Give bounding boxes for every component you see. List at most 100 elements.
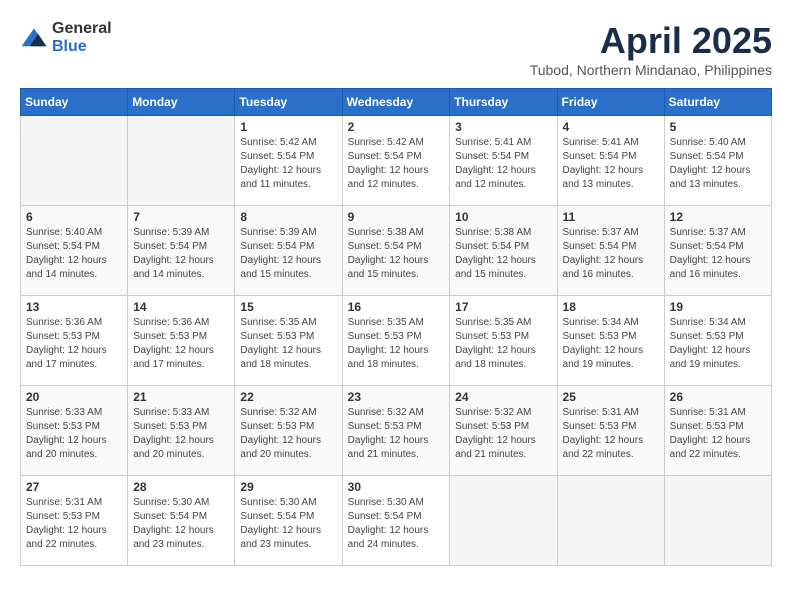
logo: General Blue (20, 20, 112, 56)
day-number: 7 (133, 210, 229, 224)
calendar-cell: 25Sunrise: 5:31 AM Sunset: 5:53 PM Dayli… (557, 386, 664, 476)
calendar-cell: 4 Sunrise: 5:41 AM Sunset: 5:54 PM Daylig… (557, 116, 664, 206)
day-number: 28 (133, 480, 229, 494)
calendar-cell: 14 Sunrise: 5:36 AM Sunset: 5:53 PM Dayli… (128, 296, 235, 386)
calendar-cell: 23 Sunrise: 5:32 AM Sunset: 5:53 PM Dayli… (342, 386, 450, 476)
calendar-cell: 20 Sunrise: 5:33 AM Sunset: 5:53 PM Dayli… (21, 386, 128, 476)
calendar-header-saturday: Saturday (664, 89, 771, 116)
day-number: 4 (563, 120, 659, 134)
day-number: 20 (26, 390, 122, 404)
calendar-cell: 21 Sunrise: 5:33 AM Sunset: 5:53 PM Dayli… (128, 386, 235, 476)
calendar-cell (450, 476, 557, 566)
calendar-week-1: 1Sunrise: 5:42 AM Sunset: 5:54 PM Daylig… (21, 116, 772, 206)
day-info: Sunrise: 5:36 AM Sunset: 5:53 PM Dayligh… (133, 316, 229, 372)
calendar-header-friday: Friday (557, 89, 664, 116)
calendar-cell: 28 Sunrise: 5:30 AM Sunset: 5:54 PM Dayli… (128, 476, 235, 566)
calendar-cell: 29 Sunrise: 5:30 AM Sunset: 5:54 PM Dayli… (235, 476, 342, 566)
day-info: Sunrise: 5:42 AM Sunset: 5:54 PM Dayligh… (348, 136, 445, 192)
day-number: 22 (240, 390, 336, 404)
calendar-cell: 30 Sunrise: 5:30 AM Sunset: 5:54 PM Dayli… (342, 476, 450, 566)
day-info: Sunrise: 5:40 AM Sunset: 5:54 PM Dayligh… (26, 226, 122, 282)
calendar-header-wednesday: Wednesday (342, 89, 450, 116)
day-number: 3 (455, 120, 551, 134)
day-info: Sunrise: 5:30 AM Sunset: 5:54 PM Dayligh… (348, 496, 445, 552)
calendar-cell (21, 116, 128, 206)
day-number: 5 (670, 120, 766, 134)
calendar-cell: 6 Sunrise: 5:40 AM Sunset: 5:54 PM Daylig… (21, 206, 128, 296)
day-number: 11 (563, 210, 659, 224)
calendar-cell (128, 116, 235, 206)
calendar-cell: 12 Sunrise: 5:37 AM Sunset: 5:54 PM Dayli… (664, 206, 771, 296)
day-info: Sunrise: 5:32 AM Sunset: 5:53 PM Dayligh… (348, 406, 445, 462)
calendar-header-monday: Monday (128, 89, 235, 116)
calendar-cell (557, 476, 664, 566)
day-number: 17 (455, 300, 551, 314)
day-number: 21 (133, 390, 229, 404)
day-number: 24 (455, 390, 551, 404)
calendar-cell: 11 Sunrise: 5:37 AM Sunset: 5:54 PM Dayli… (557, 206, 664, 296)
day-info: Sunrise: 5:35 AM Sunset: 5:53 PM Dayligh… (455, 316, 551, 372)
calendar-header-thursday: Thursday (450, 89, 557, 116)
day-info: Sunrise: 5:35 AM Sunset: 5:53 PM Dayligh… (240, 316, 336, 372)
day-info: Sunrise: 5:33 AM Sunset: 5:53 PM Dayligh… (26, 406, 122, 462)
calendar-cell: 1Sunrise: 5:42 AM Sunset: 5:54 PM Daylig… (235, 116, 342, 206)
day-info: Sunrise: 5:38 AM Sunset: 5:54 PM Dayligh… (455, 226, 551, 282)
calendar-week-2: 6 Sunrise: 5:40 AM Sunset: 5:54 PM Daylig… (21, 206, 772, 296)
day-info: Sunrise: 5:33 AM Sunset: 5:53 PM Dayligh… (133, 406, 229, 462)
day-number: 14 (133, 300, 229, 314)
calendar-header-sunday: Sunday (21, 89, 128, 116)
day-info: Sunrise: 5:38 AM Sunset: 5:54 PM Dayligh… (348, 226, 445, 282)
calendar-cell: 9 Sunrise: 5:38 AM Sunset: 5:54 PM Daylig… (342, 206, 450, 296)
day-info: Sunrise: 5:42 AM Sunset: 5:54 PM Dayligh… (240, 136, 336, 192)
month-title: April 2025 (530, 20, 772, 62)
day-number: 12 (670, 210, 766, 224)
logo-icon (20, 27, 48, 49)
day-info: Sunrise: 5:37 AM Sunset: 5:54 PM Dayligh… (670, 226, 766, 282)
header: General Blue April 2025 Tubod, Northern … (20, 20, 772, 78)
calendar-body: 1Sunrise: 5:42 AM Sunset: 5:54 PM Daylig… (21, 116, 772, 566)
day-info: Sunrise: 5:34 AM Sunset: 5:53 PM Dayligh… (670, 316, 766, 372)
day-info: Sunrise: 5:36 AM Sunset: 5:53 PM Dayligh… (26, 316, 122, 372)
day-info: Sunrise: 5:39 AM Sunset: 5:54 PM Dayligh… (240, 226, 336, 282)
day-number: 30 (348, 480, 445, 494)
day-number: 29 (240, 480, 336, 494)
day-info: Sunrise: 5:34 AM Sunset: 5:53 PM Dayligh… (563, 316, 659, 372)
day-info: Sunrise: 5:32 AM Sunset: 5:53 PM Dayligh… (455, 406, 551, 462)
day-info: Sunrise: 5:37 AM Sunset: 5:54 PM Dayligh… (563, 226, 659, 282)
day-number: 9 (348, 210, 445, 224)
day-info: Sunrise: 5:30 AM Sunset: 5:54 PM Dayligh… (133, 496, 229, 552)
calendar-cell: 10 Sunrise: 5:38 AM Sunset: 5:54 PM Dayli… (450, 206, 557, 296)
day-number: 13 (26, 300, 122, 314)
day-number: 23 (348, 390, 445, 404)
calendar-cell: 18 Sunrise: 5:34 AM Sunset: 5:53 PM Dayli… (557, 296, 664, 386)
calendar-week-3: 13 Sunrise: 5:36 AM Sunset: 5:53 PM Dayli… (21, 296, 772, 386)
day-number: 16 (348, 300, 445, 314)
calendar-cell: 15 Sunrise: 5:35 AM Sunset: 5:53 PM Dayli… (235, 296, 342, 386)
day-info: Sunrise: 5:31 AM Sunset: 5:53 PM Dayligh… (26, 496, 122, 552)
logo-text: General Blue (52, 20, 112, 56)
calendar-cell: 26Sunrise: 5:31 AM Sunset: 5:53 PM Dayli… (664, 386, 771, 476)
logo-blue: Blue (52, 38, 87, 55)
day-number: 6 (26, 210, 122, 224)
calendar-cell: 3Sunrise: 5:41 AM Sunset: 5:54 PM Daylig… (450, 116, 557, 206)
day-number: 27 (26, 480, 122, 494)
calendar-cell: 7Sunrise: 5:39 AM Sunset: 5:54 PM Daylig… (128, 206, 235, 296)
day-number: 10 (455, 210, 551, 224)
day-info: Sunrise: 5:30 AM Sunset: 5:54 PM Dayligh… (240, 496, 336, 552)
calendar-cell: 17 Sunrise: 5:35 AM Sunset: 5:53 PM Dayli… (450, 296, 557, 386)
day-info: Sunrise: 5:41 AM Sunset: 5:54 PM Dayligh… (563, 136, 659, 192)
day-number: 18 (563, 300, 659, 314)
day-info: Sunrise: 5:31 AM Sunset: 5:53 PM Dayligh… (670, 406, 766, 462)
day-number: 19 (670, 300, 766, 314)
day-number: 15 (240, 300, 336, 314)
day-number: 8 (240, 210, 336, 224)
logo-general: General (52, 20, 112, 37)
day-number: 2 (348, 120, 445, 134)
day-info: Sunrise: 5:40 AM Sunset: 5:54 PM Dayligh… (670, 136, 766, 192)
day-info: Sunrise: 5:32 AM Sunset: 5:53 PM Dayligh… (240, 406, 336, 462)
calendar-cell (664, 476, 771, 566)
calendar-cell: 22 Sunrise: 5:32 AM Sunset: 5:53 PM Dayli… (235, 386, 342, 476)
day-number: 25 (563, 390, 659, 404)
calendar-cell: 24 Sunrise: 5:32 AM Sunset: 5:53 PM Dayli… (450, 386, 557, 476)
calendar-week-4: 20 Sunrise: 5:33 AM Sunset: 5:53 PM Dayli… (21, 386, 772, 476)
